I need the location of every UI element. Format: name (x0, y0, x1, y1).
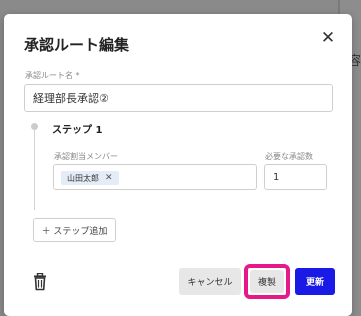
route-name-input[interactable]: 経理部長承認② (24, 84, 333, 112)
step-title: ステップ 1 (52, 125, 103, 136)
cancel-button[interactable]: キャンセル (179, 268, 241, 295)
close-button[interactable]: ✕ (318, 28, 338, 48)
step-timeline-dot (31, 123, 38, 130)
dialog-title: 承認ルート編集 (24, 36, 130, 54)
required-approvals-input[interactable]: 1 (264, 164, 327, 190)
edit-route-dialog: 承認ルート編集 ✕ 承認ルート名 * 経理部長承認② ステップ 1 承認割当メン… (4, 14, 352, 316)
copy-button[interactable]: 複製 (250, 270, 284, 293)
step-timeline-line (34, 128, 35, 210)
add-step-button[interactable]: ＋ ステップ追加 (33, 218, 116, 242)
member-chip: 山田太郎 ✕ (61, 171, 119, 185)
required-approvals-label: 必要な承認数 (265, 152, 313, 161)
delete-button[interactable] (32, 272, 48, 291)
update-button[interactable]: 更新 (295, 268, 335, 295)
close-icon: ✕ (320, 28, 336, 48)
members-label: 承認割当メンバー (54, 152, 118, 161)
route-name-label: 承認ルート名 * (25, 71, 80, 80)
remove-member-icon[interactable]: ✕ (105, 173, 113, 183)
route-name-value: 経理部長承認② (33, 92, 109, 105)
trash-icon (34, 272, 46, 291)
add-step-label: ＋ ステップ追加 (41, 226, 108, 237)
required-approvals-value: 1 (273, 171, 280, 183)
member-chip-label: 山田太郎 (67, 173, 99, 183)
members-select[interactable]: 山田太郎 ✕ (53, 164, 257, 190)
